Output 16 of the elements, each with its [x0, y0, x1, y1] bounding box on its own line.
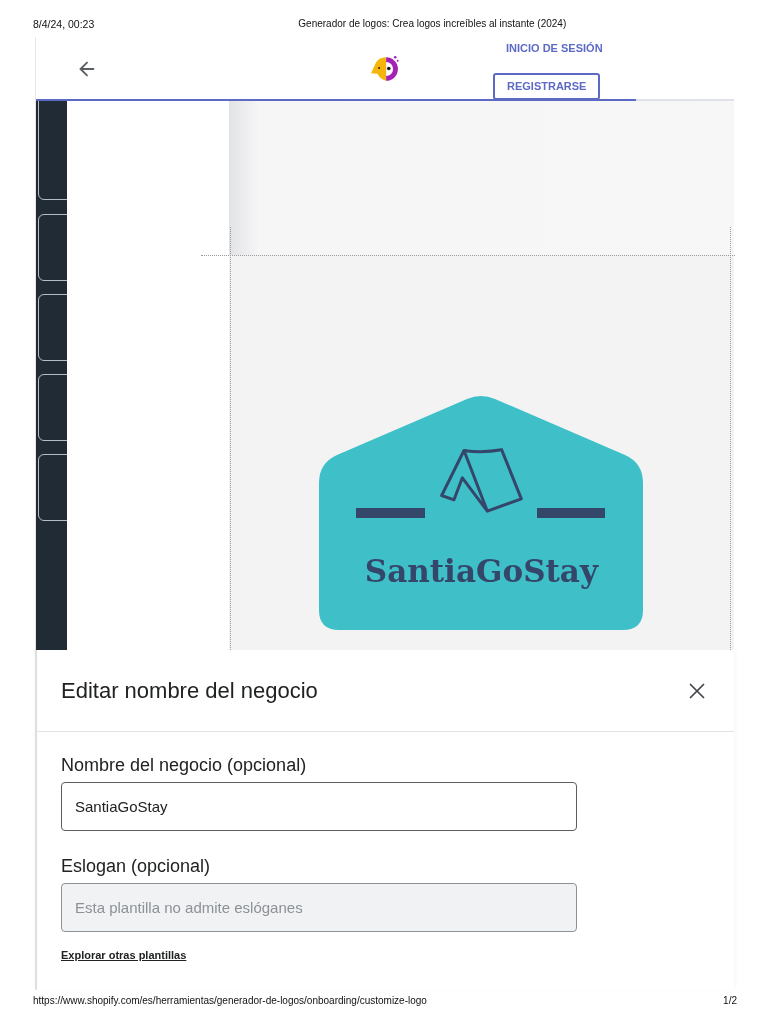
page-title: Generador de logos: Crea logos increíbles al instante (2024)	[298, 18, 567, 30]
print-date: 8/4/24, 00:23	[33, 18, 95, 30]
parrot-logo-icon[interactable]	[370, 54, 399, 82]
logo-business-name: SantiaGoStay	[364, 552, 598, 590]
explore-templates-link[interactable]: Explorar otras plantillas	[61, 947, 187, 963]
input-field[interactable]: SantiaGoStay	[61, 782, 577, 831]
logo-bar-shape	[356, 508, 426, 518]
field-label: Nombre del negocio (opcional)	[61, 754, 307, 777]
page-url: https://www.shopify.com/es/herramientas/generador-de-logos/onboarding/customize-logo	[33, 995, 427, 1007]
register-button[interactable]: REGISTRARSE	[493, 73, 601, 100]
logo-bar-shape	[537, 508, 606, 518]
tent-icon	[439, 447, 525, 514]
page-number: 1/2	[723, 995, 737, 1007]
sheet-title: Editar nombre del negocio	[61, 676, 318, 705]
login-link[interactable]: INICIO DE SESIÓN	[506, 41, 603, 55]
field-label: Eslogan (opcional)	[61, 855, 211, 878]
